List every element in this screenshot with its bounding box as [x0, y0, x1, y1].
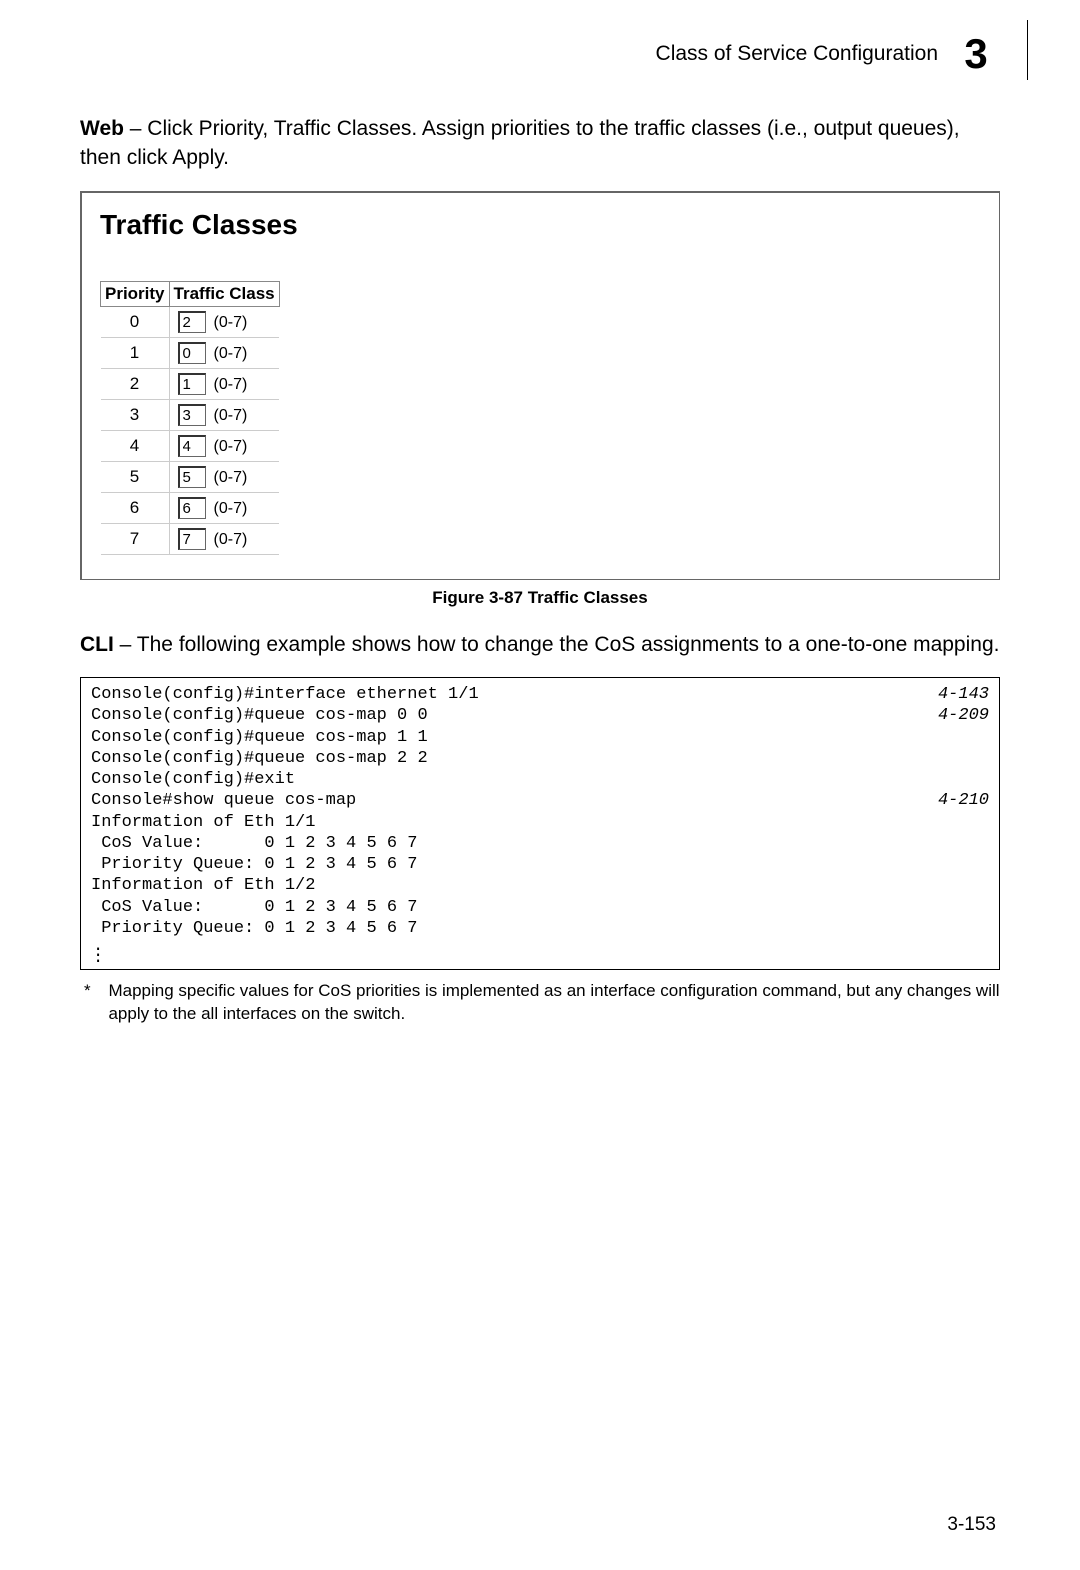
table-row: 4 (0-7)	[101, 430, 280, 461]
cli-line: Priority Queue: 0 1 2 3 4 5 6 7	[91, 854, 989, 875]
priority-cell: 1	[101, 337, 170, 368]
footnote-text: Mapping specific values for CoS prioriti…	[108, 980, 1000, 1026]
traffic-class-cell: (0-7)	[169, 461, 279, 492]
col-header-traffic-class: Traffic Class	[169, 281, 279, 306]
traffic-class-cell: (0-7)	[169, 399, 279, 430]
traffic-class-cell: (0-7)	[169, 523, 279, 554]
cli-command: Console(config)#exit	[91, 769, 989, 790]
traffic-class-cell: (0-7)	[169, 337, 279, 368]
range-hint: (0-7)	[214, 500, 248, 517]
priority-cell: 7	[101, 523, 170, 554]
cli-line: Console(config)#queue cos-map 2 2	[91, 748, 989, 769]
footnote: * Mapping specific values for CoS priori…	[80, 980, 1000, 1026]
section-title: Class of Service Configuration	[656, 42, 938, 66]
cli-command: Information of Eth 1/1	[91, 812, 989, 833]
priority-cell: 0	[101, 306, 170, 337]
traffic-classes-table: Priority Traffic Class 0 (0-7) 1 (0-7) 2 (0-7…	[100, 281, 280, 555]
traffic-class-input[interactable]	[178, 466, 206, 488]
cli-line: Console(config)#interface ethernet 1/14-…	[91, 684, 989, 705]
page-header: Class of Service Configuration 3	[80, 30, 1000, 78]
cli-line: Information of Eth 1/2	[91, 875, 989, 896]
priority-cell: 2	[101, 368, 170, 399]
svg-text:3: 3	[964, 30, 987, 77]
range-hint: (0-7)	[214, 345, 248, 362]
cli-command: Console(config)#queue cos-map 1 1	[91, 727, 989, 748]
cli-line: CoS Value: 0 1 2 3 4 5 6 7	[91, 897, 989, 918]
cli-line: Console(config)#exit	[91, 769, 989, 790]
table-row: 7 (0-7)	[101, 523, 280, 554]
cli-command: Console(config)#interface ethernet 1/1	[91, 684, 918, 705]
cli-label: CLI	[80, 633, 114, 656]
traffic-classes-panel: Traffic Classes Priority Traffic Class 0…	[80, 191, 1000, 580]
web-instruction-paragraph: Web – Click Priority, Traffic Classes. A…	[80, 114, 1000, 173]
cli-command: CoS Value: 0 1 2 3 4 5 6 7	[91, 833, 989, 854]
range-hint: (0-7)	[214, 407, 248, 424]
range-hint: (0-7)	[214, 376, 248, 393]
web-text: – Click Priority, Traffic Classes. Assig…	[80, 117, 960, 169]
web-label: Web	[80, 117, 124, 140]
cli-command: Console(config)#queue cos-map 0 0	[91, 705, 918, 726]
cli-command: Priority Queue: 0 1 2 3 4 5 6 7	[91, 854, 989, 875]
traffic-class-input[interactable]	[178, 342, 206, 364]
cli-line: Console#show queue cos-map4-210	[91, 790, 989, 811]
priority-cell: 4	[101, 430, 170, 461]
cli-page-ref: 4-143	[918, 684, 989, 705]
traffic-class-input[interactable]	[178, 404, 206, 426]
col-header-priority: Priority	[101, 281, 170, 306]
range-hint: (0-7)	[214, 314, 248, 331]
traffic-class-cell: (0-7)	[169, 430, 279, 461]
cli-command: Priority Queue: 0 1 2 3 4 5 6 7	[91, 918, 989, 939]
range-hint: (0-7)	[214, 531, 248, 548]
cli-text: – The following example shows how to cha…	[114, 633, 1000, 656]
cli-line: Priority Queue: 0 1 2 3 4 5 6 7	[91, 918, 989, 939]
traffic-class-cell: (0-7)	[169, 492, 279, 523]
traffic-class-cell: (0-7)	[169, 368, 279, 399]
cli-line: Console(config)#queue cos-map 1 1	[91, 727, 989, 748]
cli-command: Information of Eth 1/2	[91, 875, 989, 896]
table-row: 0 (0-7)	[101, 306, 280, 337]
priority-cell: 6	[101, 492, 170, 523]
cli-line: CoS Value: 0 1 2 3 4 5 6 7	[91, 833, 989, 854]
range-hint: (0-7)	[214, 438, 248, 455]
page-number: 3-153	[947, 1514, 996, 1536]
traffic-class-input[interactable]	[178, 528, 206, 550]
cli-page-ref: 4-210	[918, 790, 989, 811]
range-hint: (0-7)	[214, 469, 248, 486]
cli-command: Console#show queue cos-map	[91, 790, 918, 811]
table-row: 1 (0-7)	[101, 337, 280, 368]
cli-command: Console(config)#queue cos-map 2 2	[91, 748, 989, 769]
figure-caption: Figure 3-87 Traffic Classes	[80, 588, 1000, 608]
cli-command: CoS Value: 0 1 2 3 4 5 6 7	[91, 897, 989, 918]
header-divider	[1027, 20, 1028, 80]
cli-line: Information of Eth 1/1	[91, 812, 989, 833]
footnote-marker: *	[84, 980, 94, 1026]
cli-example-box: Console(config)#interface ethernet 1/14-…	[80, 677, 1000, 970]
panel-title: Traffic Classes	[100, 209, 981, 241]
priority-cell: 3	[101, 399, 170, 430]
traffic-class-input[interactable]	[178, 373, 206, 395]
cli-page-ref: 4-209	[918, 705, 989, 726]
traffic-class-input[interactable]	[178, 435, 206, 457]
table-row: 2 (0-7)	[101, 368, 280, 399]
table-row: 3 (0-7)	[101, 399, 280, 430]
traffic-class-input[interactable]	[178, 497, 206, 519]
table-row: 5 (0-7)	[101, 461, 280, 492]
cli-line: Console(config)#queue cos-map 0 04-209	[91, 705, 989, 726]
vertical-ellipsis-icon: ...	[91, 943, 989, 961]
chapter-number-icon: 3	[952, 30, 1000, 78]
priority-cell: 5	[101, 461, 170, 492]
table-row: 6 (0-7)	[101, 492, 280, 523]
traffic-class-cell: (0-7)	[169, 306, 279, 337]
cli-instruction-paragraph: CLI – The following example shows how to…	[80, 630, 1000, 659]
traffic-class-input[interactable]	[178, 311, 206, 333]
